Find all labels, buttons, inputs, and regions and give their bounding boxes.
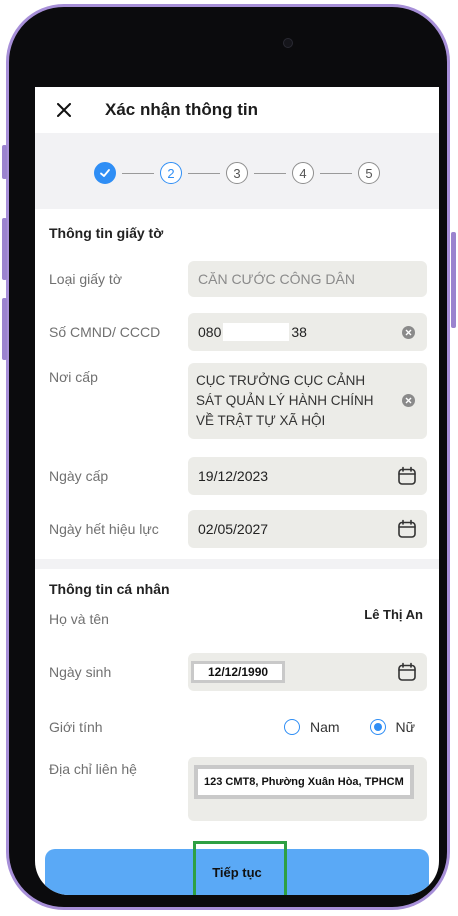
close-button[interactable] [53,99,75,121]
step-connector [254,172,286,174]
gender-option-nu[interactable]: Nữ [369,719,415,735]
id-number-input[interactable]: 080 38 [188,313,427,351]
field-label: Ngày sinh [49,664,112,680]
gender-radio-group: Nam Nữ [188,719,427,735]
field-label: Giới tính [49,719,103,735]
address-value: 123 CMT8, Phường Xuân Hòa, TPHCM [194,765,414,799]
expiry-date-input[interactable]: 02/05/2027 [188,510,427,548]
section-divider [35,559,439,569]
side-button [2,145,7,179]
clear-icon[interactable] [402,325,415,339]
address-input[interactable]: 123 CMT8, Phường Xuân Hòa, TPHCM [188,757,427,821]
birth-date-input[interactable]: 12/12/1990 [188,653,427,691]
calendar-icon[interactable] [397,519,417,539]
progress-stepper: 2 3 4 5 [35,133,439,209]
issued-by-row: Nơi cấp CỤC TRƯỞNG CỤC CẢNH SÁT QUẢN LÝ … [49,359,427,449]
step-4: 4 [292,162,314,184]
camera-icon [283,38,293,48]
step-connector [320,172,352,174]
step-3: 3 [226,162,248,184]
app-header: Xác nhận thông tin [35,87,439,133]
document-info-section: Thông tin giấy tờ Loại giấy tờ CĂN CƯỚC … [35,209,439,559]
phone-bezel: Xác nhận thông tin 2 3 4 5 Thông tin giấ… [9,7,447,907]
power-button [451,232,456,328]
checkmark-icon [100,169,110,177]
phone-frame: Xác nhận thông tin 2 3 4 5 Thông tin giấ… [6,4,450,910]
field-label: Nơi cấp [49,369,98,385]
close-icon [57,103,71,117]
radio-unchecked[interactable] [283,719,300,735]
step-1-complete [94,162,116,184]
field-label: Ngày hết hiệu lực [49,521,159,537]
calendar-icon[interactable] [397,662,417,682]
gender-row: Giới tính Nam Nữ [49,701,427,753]
field-label: Họ và tên [49,611,109,627]
step-5: 5 [358,162,380,184]
radio-checked[interactable] [369,719,386,735]
address-row: Địa chỉ liên hệ 123 CMT8, Phường Xuân Hò… [49,753,427,823]
document-type-field: CĂN CƯỚC CÔNG DÂN [188,261,427,297]
volume-down-button [2,298,7,360]
id-number-suffix: 38 [291,324,307,340]
expiry-date-value: 02/05/2027 [198,521,269,537]
app-screen: Xác nhận thông tin 2 3 4 5 Thông tin giấ… [35,87,439,895]
field-label: Số CMND/ CCCD [49,324,161,340]
field-label: Địa chỉ liên hệ [49,761,137,777]
issue-date-input[interactable]: 19/12/2023 [188,457,427,495]
issued-by-value: CỤC TRƯỞNG CỤC CẢNH SÁT QUẢN LÝ HÀNH CHÍ… [196,373,374,428]
section-title: Thông tin giấy tờ [49,225,164,241]
document-type-value: CĂN CƯỚC CÔNG DÂN [198,271,355,287]
full-name-row: Họ và tên Lê Thị An [49,607,427,643]
issued-by-input[interactable]: CỤC TRƯỞNG CỤC CẢNH SÁT QUẢN LÝ HÀNH CHÍ… [188,363,427,439]
field-label: Ngày cấp [49,468,109,484]
id-number-row: Số CMND/ CCCD 080 38 [49,305,427,359]
issue-date-value: 19/12/2023 [198,468,269,484]
page-title: Xác nhận thông tin [105,100,258,119]
section-title: Thông tin cá nhân [49,581,170,597]
personal-info-section: Thông tin cá nhân Họ và tên Lê Thị An Ng… [35,569,439,823]
gender-option-label: Nữ [395,719,415,735]
expiry-date-row: Ngày hết hiệu lực 02/05/2027 [49,503,427,559]
step-connector [122,172,154,174]
step-connector [188,172,220,174]
bottom-action-bar: Tiếp tục [35,841,439,895]
birth-date-row: Ngày sinh 12/12/1990 [49,643,427,701]
gender-option-nam[interactable]: Nam [283,719,340,735]
continue-button[interactable]: Tiếp tục [45,849,429,895]
volume-up-button [2,218,7,280]
gender-option-label: Nam [309,719,340,735]
field-label: Loại giấy tờ [49,271,123,287]
clear-icon[interactable] [402,394,415,407]
document-type-row: Loại giấy tờ CĂN CƯỚC CÔNG DÂN [49,253,427,305]
redacted-block [223,323,290,341]
id-number-prefix: 080 [198,324,222,340]
calendar-icon[interactable] [397,466,417,486]
continue-label: Tiếp tục [212,864,262,880]
birth-date-value: 12/12/1990 [191,661,286,683]
full-name-value: Lê Thị An [364,607,423,622]
step-2: 2 [160,162,182,184]
issue-date-row: Ngày cấp 19/12/2023 [49,449,427,503]
